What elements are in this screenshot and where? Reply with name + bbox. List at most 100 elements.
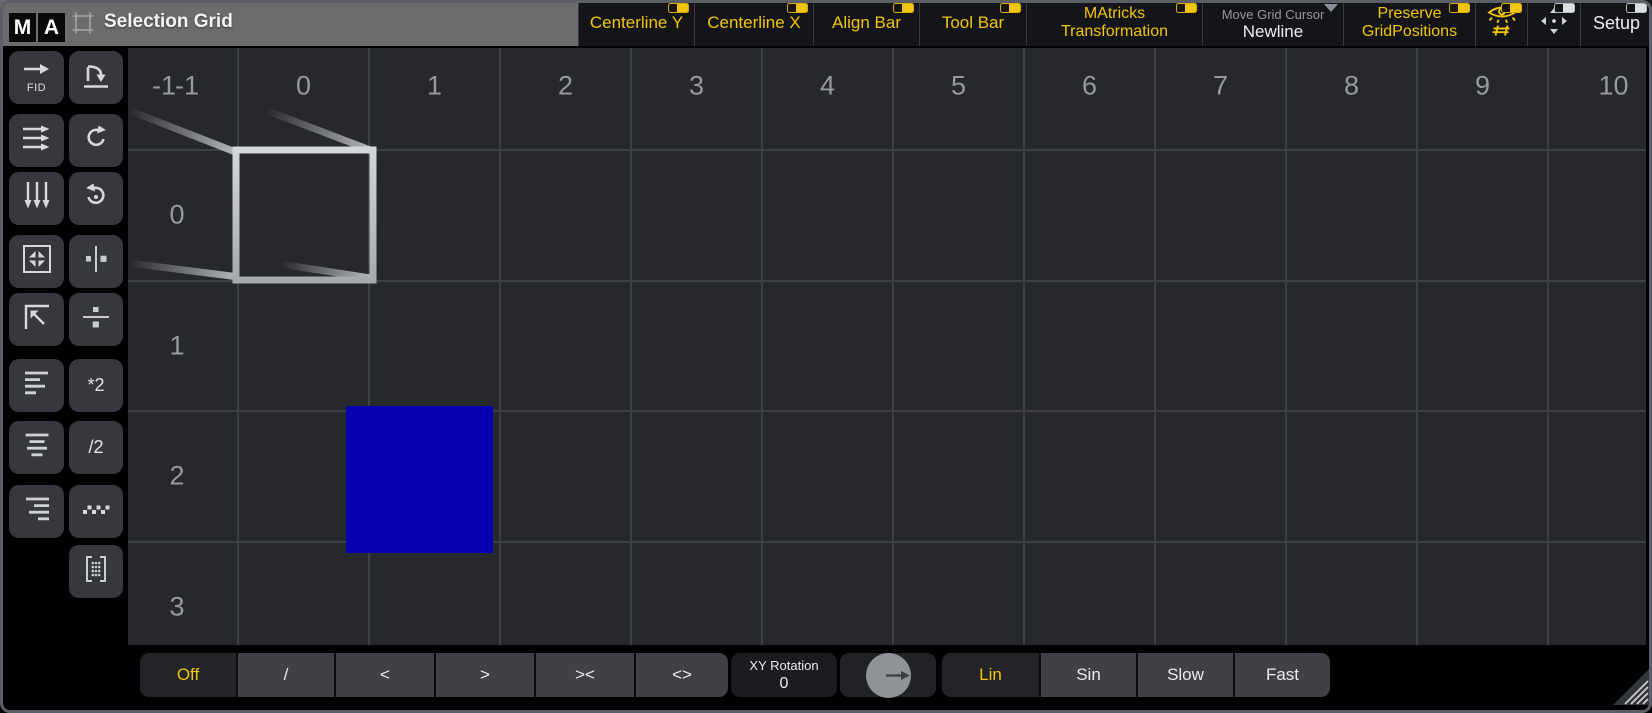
bottom-toolbar: Off/<>><<>XY Rotation0LinSinSlowFast — [140, 653, 1330, 697]
combo-value: Newline — [1243, 22, 1303, 42]
ma-logo-m: M — [9, 13, 36, 42]
knob-pointer-icon — [886, 670, 911, 681]
grid-cursor-cube — [128, 103, 380, 294]
sidebar-button-divide-by-2[interactable]: /2 — [69, 421, 123, 474]
sidebar-button-multiply-by-2[interactable]: *2 — [69, 359, 123, 412]
topbar-button-grid-visibility[interactable] — [1475, 0, 1527, 46]
sidebar-button-move-to-origin[interactable] — [9, 293, 64, 346]
led-indicator-white — [1626, 3, 1647, 13]
grid-row-label: 3 — [169, 591, 184, 622]
wings-mode-group: Off/<>><<> — [140, 653, 728, 697]
ma-logo-a: A — [38, 13, 65, 42]
combo-caption: Move Grid Cursor — [1222, 7, 1325, 22]
topbar-button-centerline-x[interactable]: Centerline X — [694, 0, 813, 46]
sidebar-button-mirror-x[interactable] — [69, 235, 123, 288]
align-right-icon — [23, 496, 51, 527]
grid-line-vertical — [1416, 48, 1418, 645]
led-indicator-yellow — [1449, 3, 1470, 13]
topbar-button-setup[interactable]: Setup — [1580, 0, 1652, 46]
xy-rotation-label: XY Rotation — [749, 658, 818, 674]
xy-rotation-field[interactable]: XY Rotation0 — [731, 653, 837, 697]
grid-line-vertical — [1023, 48, 1025, 645]
led-indicator-yellow — [787, 3, 808, 13]
button-label: Centerline X — [707, 14, 801, 32]
sidebar-button-compress[interactable] — [9, 235, 64, 288]
led-indicator-yellow — [1176, 3, 1197, 13]
grid-column-label: 4 — [820, 71, 835, 102]
grid-column-label: 2 — [558, 71, 573, 102]
rotate-ccw-icon — [81, 181, 111, 216]
sidebar-button-fixture-id-order[interactable]: FID — [9, 51, 64, 104]
led-indicator-yellow — [1501, 3, 1522, 13]
topbar-button-centerline-y[interactable]: Centerline Y — [578, 0, 694, 46]
sidebar-button-align-left[interactable] — [9, 359, 64, 412]
sidebar-button-grid-full[interactable] — [69, 545, 123, 598]
sidebar-button-rotate-clockwise[interactable] — [69, 114, 123, 167]
topbar-button-align-bar[interactable]: Align Bar — [813, 0, 919, 46]
topbar-button-move-window[interactable] — [1527, 0, 1580, 46]
mode-button-3[interactable]: > — [434, 653, 534, 697]
sidebar-button-label: /2 — [88, 437, 103, 458]
phaser-shape-group: LinSinSlowFast — [942, 653, 1330, 697]
sidebar-button-label: *2 — [87, 375, 104, 396]
grid-column-label: 10 — [1598, 71, 1628, 102]
sidebar-button-arrange-columns[interactable] — [9, 172, 64, 225]
sidebar-button-rotate-90[interactable] — [69, 51, 123, 104]
shape-button-sin[interactable]: Sin — [1039, 653, 1136, 697]
grid-line-horizontal — [128, 149, 1646, 151]
triple-arrows-down-icon — [23, 181, 51, 216]
xy-rotation-knob[interactable] — [866, 653, 911, 698]
shuffle-dots-icon — [82, 502, 110, 521]
topbar-button-preserve-gridpositions[interactable]: PreserveGridPositions — [1343, 0, 1475, 46]
grid-brackets-icon — [83, 554, 109, 589]
led-indicator-white — [1554, 3, 1575, 13]
mode-button-off[interactable]: Off — [140, 653, 236, 697]
rotate-90-icon — [81, 60, 111, 95]
resize-handle-icon[interactable] — [1613, 669, 1649, 710]
selection-grid-canvas[interactable]: 0123456789100123-1-1 — [128, 48, 1646, 645]
grid-column-label: 8 — [1344, 71, 1359, 102]
grid-row-label: 1 — [169, 330, 184, 361]
xy-rotation-value: 0 — [780, 674, 789, 693]
grid-column-label: 0 — [296, 71, 311, 102]
grid-column-label: 7 — [1213, 71, 1228, 102]
grid-line-vertical — [237, 48, 239, 645]
topbar-button-move-grid-cursor[interactable]: Move Grid CursorNewline — [1202, 0, 1343, 46]
sidebar-button-mirror-y[interactable] — [69, 293, 123, 346]
sidebar-button-rotate-counterclockwise[interactable] — [69, 172, 123, 225]
grid-line-vertical — [892, 48, 894, 645]
mode-button-1[interactable]: / — [236, 653, 334, 697]
sidebar-button-arrange-rows[interactable] — [9, 114, 64, 167]
align-left-icon — [23, 370, 51, 401]
shape-button-slow[interactable]: Slow — [1136, 653, 1233, 697]
corner-arrow-icon — [22, 302, 52, 337]
button-label: Transformation — [1061, 23, 1168, 41]
grid-row-label: 0 — [169, 200, 184, 231]
grid-column-label: 1 — [427, 71, 442, 102]
grid-corner-label: -1 — [175, 71, 199, 102]
button-label: Align Bar — [832, 14, 901, 32]
selection-grid-window: M A Selection Grid Centerline YCenterlin… — [0, 0, 1652, 713]
xy-rotation-knob-panel — [840, 653, 936, 697]
mode-button-5[interactable]: <> — [634, 653, 728, 697]
sidebar-button-align-center[interactable] — [9, 421, 64, 474]
led-indicator-yellow — [1000, 3, 1021, 13]
grid-corner-label: -1 — [152, 71, 176, 102]
mode-button-4[interactable]: >< — [534, 653, 634, 697]
topbar-button-matricks-transformation[interactable]: MAtricksTransformation — [1026, 0, 1202, 46]
shape-button-lin[interactable]: Lin — [942, 653, 1039, 697]
mirror-x-icon — [81, 245, 111, 278]
mode-button-2[interactable]: < — [334, 653, 434, 697]
sidebar-button-shuffle[interactable] — [69, 485, 123, 538]
grid-line-vertical — [1547, 48, 1549, 645]
selected-cell-block[interactable] — [346, 406, 493, 553]
sidebar-button-align-right[interactable] — [9, 485, 64, 538]
shape-button-fast[interactable]: Fast — [1233, 653, 1330, 697]
grid-column-label: 5 — [951, 71, 966, 102]
grid-column-label: 9 — [1475, 71, 1490, 102]
chevron-down-icon — [1324, 4, 1338, 12]
led-indicator-yellow — [893, 3, 914, 13]
button-label: Preserve — [1377, 5, 1441, 23]
topbar-button-tool-bar[interactable]: Tool Bar — [919, 0, 1026, 46]
button-label: Tool Bar — [942, 14, 1004, 32]
